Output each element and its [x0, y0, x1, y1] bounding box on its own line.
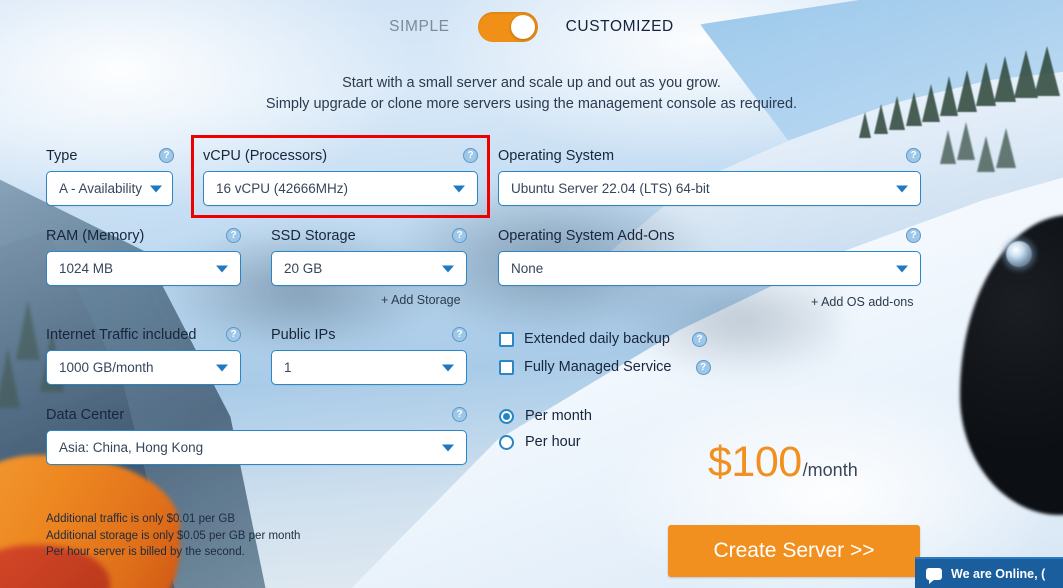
select-public-ips-value: 1	[284, 360, 292, 375]
field-ram: RAM (Memory) ? 1024 MB	[46, 226, 241, 286]
field-internet-traffic: Internet Traffic included ? 1000 GB/mont…	[46, 325, 241, 385]
server-config-form: Type ? A - Availability vCPU (Processors…	[0, 0, 1063, 588]
field-traffic-label: Internet Traffic included	[46, 326, 197, 343]
field-data-center-head: Data Center ?	[46, 405, 467, 424]
select-os-addons-value: None	[511, 261, 544, 276]
select-data-center[interactable]: Asia: China, Hong Kong	[46, 430, 467, 465]
chevron-down-icon-os-addons	[896, 265, 908, 272]
field-os-addons: Operating System Add-Ons ? None	[498, 226, 921, 286]
field-vcpu: vCPU (Processors) ? 16 vCPU (42666MHz)	[203, 146, 478, 206]
help-icon-ssd[interactable]: ?	[452, 228, 467, 243]
select-operating-system[interactable]: Ubuntu Server 22.04 (LTS) 64-bit	[498, 171, 921, 206]
select-type-value: A - Availability	[59, 181, 143, 196]
price-unit: /month	[802, 460, 858, 480]
chevron-down-icon-vcpu	[453, 185, 465, 192]
field-ssd-label: SSD Storage	[271, 227, 356, 244]
field-ram-label: RAM (Memory)	[46, 227, 145, 244]
field-public-ips-head: Public IPs ?	[271, 325, 467, 344]
help-icon-os-addons[interactable]: ?	[906, 228, 921, 243]
chevron-down-icon-ram	[216, 265, 228, 272]
field-type-head: Type ?	[46, 146, 174, 165]
select-traffic-value: 1000 GB/month	[59, 360, 154, 375]
chevron-down-icon-public-ips	[442, 364, 454, 371]
create-server-button[interactable]: Create Server >>	[668, 525, 920, 577]
field-type-label: Type	[46, 147, 78, 164]
field-traffic-head: Internet Traffic included ?	[46, 325, 241, 344]
label-extended-daily-backup: Extended daily backup	[524, 331, 670, 347]
checkbox-extended-daily-backup[interactable]	[499, 331, 514, 347]
chevron-down-icon-data-center	[442, 444, 454, 451]
help-icon-public-ips[interactable]: ?	[452, 327, 467, 342]
option-extended-daily-backup[interactable]: Extended daily backup ?	[499, 331, 707, 347]
radio-per-month[interactable]	[499, 408, 514, 424]
field-data-center-label: Data Center	[46, 406, 125, 423]
select-type[interactable]: A - Availability	[46, 171, 174, 206]
chevron-down-icon-ssd	[442, 265, 454, 272]
help-icon-fully-managed[interactable]: ?	[695, 359, 711, 375]
select-ssd-storage[interactable]: 20 GB	[271, 251, 467, 286]
field-os-head: Operating System ?	[498, 146, 921, 165]
help-icon-traffic[interactable]: ?	[226, 327, 241, 342]
help-icon-os[interactable]: ?	[906, 148, 921, 163]
field-ssd-storage: SSD Storage ? 20 GB	[271, 226, 467, 286]
help-icon-extended-backup[interactable]: ?	[691, 331, 707, 347]
price-display: $100/month	[708, 438, 858, 487]
radio-per-hour[interactable]	[499, 434, 514, 450]
select-internet-traffic[interactable]: 1000 GB/month	[46, 350, 241, 385]
chat-widget-text: We are Online, (	[951, 566, 1046, 581]
add-os-addons-link[interactable]: + Add OS add-ons	[811, 295, 914, 309]
help-icon-type[interactable]: ?	[159, 148, 174, 163]
footnote-line-2: Additional storage is only $0.05 per GB …	[46, 529, 301, 542]
chat-widget[interactable]: We are Online, (	[915, 557, 1063, 588]
field-data-center: Data Center ? Asia: China, Hong Kong	[46, 405, 467, 465]
select-data-center-value: Asia: China, Hong Kong	[59, 440, 204, 455]
field-os-label: Operating System	[498, 147, 615, 164]
field-vcpu-head: vCPU (Processors) ?	[203, 146, 478, 165]
field-operating-system: Operating System ? Ubuntu Server 22.04 (…	[498, 146, 921, 206]
footnote-line-3: Per hour server is billed by the second.	[46, 546, 245, 558]
select-os-addons[interactable]: None	[498, 251, 921, 286]
select-vcpu-value: 16 vCPU (42666MHz)	[216, 181, 349, 196]
label-fully-managed-service: Fully Managed Service	[524, 359, 672, 375]
field-os-addons-label: Operating System Add-Ons	[498, 227, 675, 244]
checkbox-fully-managed-service[interactable]	[499, 359, 514, 375]
option-per-hour[interactable]: Per hour	[499, 434, 581, 450]
help-icon-vcpu[interactable]: ?	[463, 148, 478, 163]
select-ram-value: 1024 MB	[59, 261, 114, 276]
chevron-down-icon-os	[896, 185, 908, 192]
price-amount: $100	[708, 438, 802, 486]
field-os-addons-head: Operating System Add-Ons ?	[498, 226, 921, 245]
chevron-down-icon-traffic	[216, 364, 228, 371]
page-root: SIMPLE CUSTOMIZED Start with a small ser…	[0, 0, 1063, 588]
label-per-hour: Per hour	[525, 434, 581, 450]
select-public-ips[interactable]: 1	[271, 350, 467, 385]
add-storage-link[interactable]: + Add Storage	[381, 293, 461, 307]
help-icon-ram[interactable]: ?	[226, 228, 241, 243]
chat-bubble-icon	[926, 567, 942, 584]
select-ram[interactable]: 1024 MB	[46, 251, 241, 286]
option-fully-managed-service[interactable]: Fully Managed Service ?	[499, 359, 711, 375]
select-ssd-value: 20 GB	[284, 261, 323, 276]
select-vcpu[interactable]: 16 vCPU (42666MHz)	[203, 171, 478, 206]
footnotes: Additional traffic is only $0.01 per GB …	[46, 511, 300, 561]
field-public-ips-label: Public IPs	[271, 326, 336, 343]
field-type: Type ? A - Availability	[46, 146, 174, 206]
field-ssd-head: SSD Storage ?	[271, 226, 467, 245]
chevron-down-icon-type	[150, 185, 163, 192]
footnote-line-1: Additional traffic is only $0.01 per GB	[46, 513, 236, 525]
help-icon-data-center[interactable]: ?	[452, 407, 467, 422]
label-per-month: Per month	[525, 408, 592, 424]
field-ram-head: RAM (Memory) ?	[46, 226, 241, 245]
field-vcpu-label: vCPU (Processors)	[203, 147, 328, 164]
field-public-ips: Public IPs ? 1	[271, 325, 467, 385]
option-per-month[interactable]: Per month	[499, 408, 592, 424]
select-os-value: Ubuntu Server 22.04 (LTS) 64-bit	[511, 181, 710, 196]
